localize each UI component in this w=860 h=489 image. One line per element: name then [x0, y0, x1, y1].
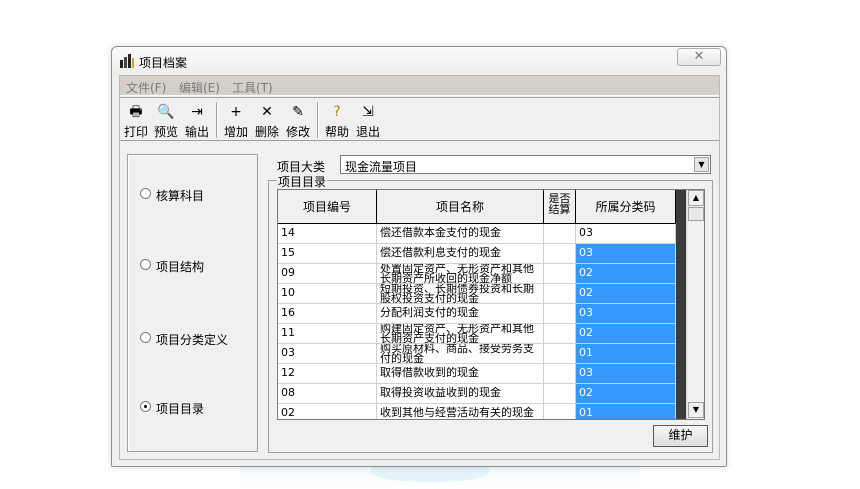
cell-class-code[interactable]: 03 — [576, 364, 676, 384]
catalog-legend: 项目目录 — [277, 173, 328, 190]
cell-code[interactable]: 02 — [278, 404, 377, 419]
scroll-up-icon[interactable]: ▲ — [688, 190, 704, 206]
cell-name[interactable]: 处置固定资产、无形资产和其他长期资产所收回的现金净额 — [377, 264, 544, 284]
grid-empty-area — [676, 190, 686, 419]
cell-code[interactable]: 16 — [278, 304, 377, 324]
table-row[interactable]: 08 取得投资收益收到的现金 02 — [278, 384, 678, 404]
cell-name[interactable]: 短期投资、长期债券投资和长期股权投资支付的现金 — [377, 284, 544, 304]
cell-settled[interactable] — [544, 404, 576, 419]
cell-settled[interactable] — [544, 264, 576, 284]
cell-code[interactable]: 11 — [278, 324, 377, 344]
cell-name[interactable]: 购买原材料、商品、接受劳务支付的现金 — [377, 344, 544, 364]
scroll-down-icon[interactable]: ▼ — [688, 402, 704, 418]
category-value: 现金流量项目 — [345, 160, 418, 174]
vertical-scrollbar[interactable]: ▲ ▼ — [686, 190, 704, 419]
cell-settled[interactable] — [544, 224, 576, 244]
column-header-code[interactable]: 项目编号 — [278, 190, 377, 224]
column-header-settled[interactable]: 是否结算 — [544, 190, 576, 224]
project-archive-window: 项目档案 ✕ 文件(F) 编辑(E) 工具(T) 🖶 打印 🔍 预览 ⇥ 输出 — [111, 46, 727, 467]
table-row[interactable]: 12 取得借款收到的现金 03 — [278, 364, 678, 384]
app-icon — [120, 54, 134, 68]
table-row[interactable]: 10 短期投资、长期债券投资和长期股权投资支付的现金 02 — [278, 284, 678, 304]
cell-class-code[interactable]: 01 — [576, 344, 676, 364]
table-row[interactable]: 03 购买原材料、商品、接受劳务支付的现金 01 — [278, 344, 678, 364]
cell-settled[interactable] — [544, 384, 576, 404]
cell-settled[interactable] — [544, 344, 576, 364]
option-panel: 核算科目 项目结构 项目分类定义 项目目录 — [127, 154, 258, 452]
catalog-grid[interactable]: 项目编号 项目名称 是否结算 所属分类码 14 偿还借款本金支付的现金 03 15 偿还… — [277, 189, 705, 420]
cell-settled[interactable] — [544, 364, 576, 384]
chevron-down-icon[interactable]: ▼ — [694, 157, 709, 172]
cell-code[interactable]: 15 — [278, 244, 377, 264]
cell-name[interactable]: 偿还借款利息支付的现金 — [377, 244, 544, 264]
cell-settled[interactable] — [544, 324, 576, 344]
table-row[interactable]: 02 收到其他与经营活动有关的现金 01 — [278, 404, 678, 419]
content-area: 核算科目 项目结构 项目分类定义 项目目录 项目大类 现金流量项目 ▼ 项目目录 — [119, 75, 720, 460]
cell-name[interactable]: 购建固定资产、无形资产和其他长期资产支付的现金 — [377, 324, 544, 344]
table-row[interactable]: 15 偿还借款利息支付的现金 03 — [278, 244, 678, 264]
cell-settled[interactable] — [544, 284, 576, 304]
column-header-name[interactable]: 项目名称 — [377, 190, 544, 224]
cell-code[interactable]: 10 — [278, 284, 377, 304]
cell-settled[interactable] — [544, 304, 576, 324]
cell-code[interactable]: 12 — [278, 364, 377, 384]
table-row[interactable]: 09 处置固定资产、无形资产和其他长期资产所收回的现金净额 02 — [278, 264, 678, 284]
cell-code[interactable]: 08 — [278, 384, 377, 404]
window-title: 项目档案 — [139, 56, 188, 70]
cell-class-code[interactable]: 03 — [576, 244, 676, 264]
cell-class-code[interactable]: 02 — [576, 324, 676, 344]
cell-class-code[interactable]: 02 — [576, 284, 676, 304]
table-row[interactable]: 14 偿还借款本金支付的现金 03 — [278, 224, 678, 244]
cell-class-code[interactable]: 03 — [576, 304, 676, 324]
cell-class-code[interactable]: 02 — [576, 384, 676, 404]
category-select[interactable]: 现金流量项目 ▼ — [340, 155, 711, 174]
cell-class-code[interactable]: 03 — [576, 224, 676, 244]
scroll-thumb[interactable] — [688, 207, 704, 221]
cell-settled[interactable] — [544, 244, 576, 264]
radio-button[interactable] — [140, 188, 151, 199]
radio-button[interactable] — [140, 259, 151, 270]
cell-code[interactable]: 14 — [278, 224, 377, 244]
close-icon: ✕ — [693, 49, 705, 64]
title-bar[interactable]: 项目档案 ✕ — [112, 47, 726, 75]
table-row[interactable]: 16 分配利润支付的现金 03 — [278, 304, 678, 324]
cell-class-code[interactable]: 02 — [576, 264, 676, 284]
radio-button-checked[interactable] — [140, 401, 151, 412]
grid-header: 项目编号 项目名称 是否结算 所属分类码 — [278, 190, 678, 224]
maintain-button[interactable]: 维护 — [653, 425, 708, 447]
column-header-class-code[interactable]: 所属分类码 — [576, 190, 676, 224]
close-button[interactable]: ✕ — [677, 48, 721, 66]
table-row[interactable]: 11 购建固定资产、无形资产和其他长期资产支付的现金 02 — [278, 324, 678, 344]
cell-code[interactable]: 09 — [278, 264, 377, 284]
cell-code[interactable]: 03 — [278, 344, 377, 364]
cell-class-code[interactable]: 01 — [576, 404, 676, 419]
radio-button[interactable] — [140, 332, 151, 343]
cell-name[interactable]: 收到其他与经营活动有关的现金 — [377, 404, 544, 419]
cell-name[interactable]: 偿还借款本金支付的现金 — [377, 224, 544, 244]
cell-name[interactable]: 分配利润支付的现金 — [377, 304, 544, 324]
cell-name[interactable]: 取得借款收到的现金 — [377, 364, 544, 384]
cell-name[interactable]: 取得投资收益收到的现金 — [377, 384, 544, 404]
